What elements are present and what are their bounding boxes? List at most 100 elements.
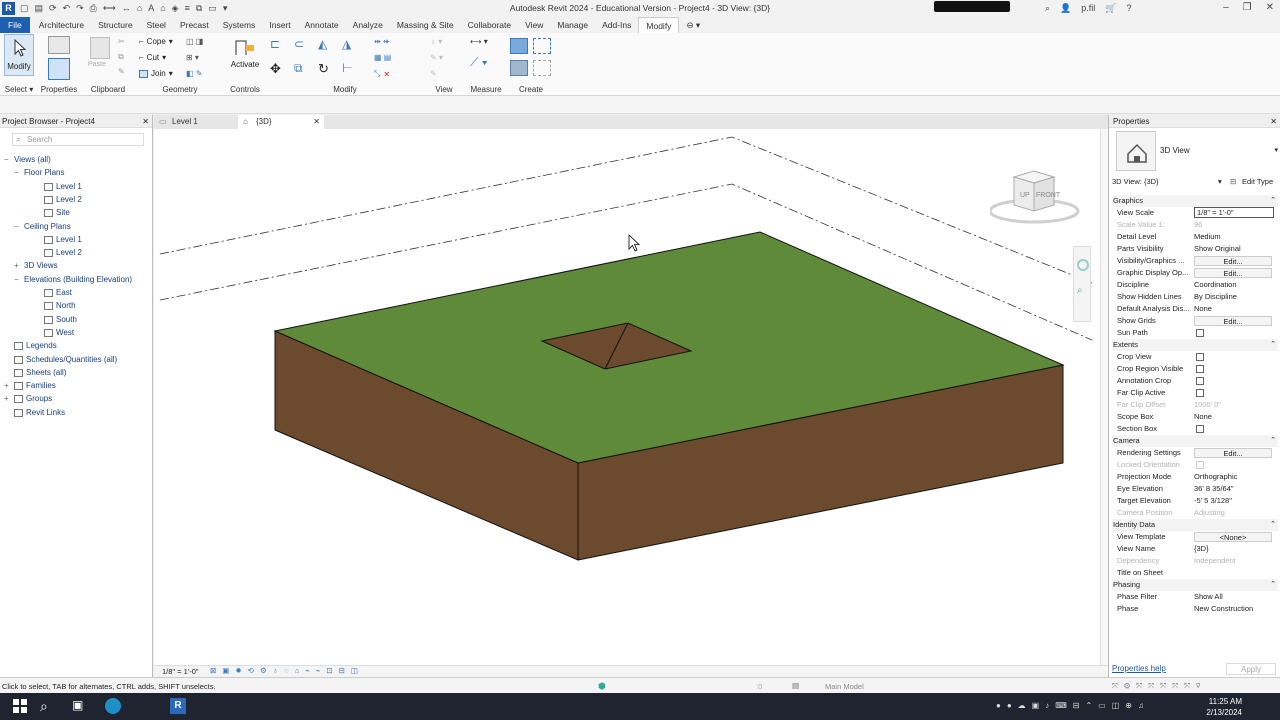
tab-add-ins[interactable]: Add-Ins — [595, 17, 638, 33]
property-category[interactable]: Extents ⌃ — [1112, 339, 1278, 351]
scale-icon[interactable]: ⤡ ✕ — [374, 69, 390, 79]
browser-item[interactable]: West — [34, 327, 74, 339]
tab-modify[interactable]: Modify — [638, 17, 680, 33]
edge-browser-icon[interactable] — [105, 698, 121, 714]
zoom-icon[interactable]: ⌕ — [1077, 285, 1083, 296]
tab-file[interactable]: File — [0, 17, 30, 33]
search-taskbar-icon[interactable]: ⌕ — [40, 698, 56, 714]
browser-item[interactable]: Level 2 — [34, 194, 82, 206]
contextual-tab-menu-icon[interactable]: ⊖ ▾ — [679, 17, 707, 33]
join-button[interactable]: Join ▾ — [139, 69, 173, 78]
browser-item[interactable]: − Ceiling Plans — [14, 221, 71, 233]
tab-annotate[interactable]: Annotate — [298, 17, 346, 33]
property-category[interactable]: Identity Data ⌃ — [1112, 519, 1278, 531]
tray-icons[interactable]: ●●☁▣♪⌨⊟⌃▭◫⊕♫ — [996, 701, 1150, 710]
model-view[interactable] — [154, 129, 1100, 665]
tab-architecture[interactable]: Architecture — [32, 17, 91, 33]
apply-button[interactable]: Apply — [1226, 663, 1276, 675]
tab-analyze[interactable]: Analyze — [346, 17, 390, 33]
close-browser-icon[interactable]: ✕ — [142, 115, 149, 128]
activate-controls-icon[interactable] — [234, 37, 256, 57]
modify-button[interactable]: Modify — [4, 34, 34, 76]
design-options-icon[interactable]: ▤ — [792, 681, 799, 690]
viewcube[interactable]: UP FRONT — [988, 169, 1080, 229]
browser-item[interactable]: + Groups — [4, 393, 52, 405]
browser-item[interactable]: Level 1 — [34, 181, 82, 193]
property-checkbox[interactable] — [1196, 377, 1204, 385]
browser-search-input[interactable]: ⌕ Search — [12, 133, 144, 146]
property-checkbox[interactable] — [1196, 365, 1204, 373]
close-icon[interactable]: ✕ — [1266, 2, 1274, 13]
collapse-icon[interactable]: − — [14, 221, 21, 233]
steering-wheel-icon[interactable] — [1077, 259, 1089, 271]
help-icon[interactable]: ? — [1127, 3, 1132, 14]
create-similar-icon[interactable] — [533, 60, 551, 76]
collapse-category-icon[interactable]: ⌃ — [1270, 519, 1276, 531]
browser-item[interactable]: South — [34, 314, 77, 326]
dimension-tool-icon[interactable]: ⟋ ▾ — [470, 55, 488, 70]
copy-icon[interactable]: ⧉ — [294, 61, 303, 76]
type-dropdown-icon[interactable]: ▾ — [1274, 146, 1278, 154]
minimize-icon[interactable]: – — [1223, 2, 1229, 13]
view-control-icons[interactable]: ⊠▣✹⟲⚙♁◌⌂⌁⌁⊡⊟◫ — [210, 666, 364, 675]
edit-type-icon[interactable]: ⊟ — [1230, 177, 1236, 186]
browser-item[interactable]: Sheets (all) — [4, 367, 66, 379]
property-checkbox[interactable] — [1196, 329, 1204, 337]
linework-icon[interactable]: ✎ — [430, 69, 437, 78]
property-edit-button[interactable]: Edit... — [1194, 316, 1272, 326]
taskbar-clock[interactable]: 11:25 AM 2/13/2024 — [1206, 696, 1242, 718]
copy-clip-icon[interactable]: ⧉ — [118, 52, 124, 62]
property-checkbox[interactable] — [1196, 389, 1204, 397]
tab-massing-site[interactable]: Massing & Site — [390, 17, 461, 33]
split-icon[interactable]: ⇹ ⇺ — [374, 37, 390, 46]
property-value[interactable]: {3D} — [1194, 543, 1278, 555]
browser-item[interactable]: − Floor Plans — [14, 167, 64, 179]
property-edit-button[interactable]: <None> — [1194, 532, 1272, 542]
tab-precast[interactable]: Precast — [173, 17, 216, 33]
collapse-icon[interactable]: − — [14, 274, 21, 286]
create-group-icon[interactable] — [510, 60, 528, 76]
property-value[interactable]: None — [1194, 411, 1278, 423]
close-tab-icon[interactable]: ✕ — [313, 115, 320, 129]
type-properties-icon[interactable] — [48, 36, 70, 54]
cut-button[interactable]: ⌐ Cut ▾ — [139, 53, 166, 62]
selector-dropdown-icon[interactable]: ▾ — [1218, 177, 1222, 186]
array-icon[interactable]: ▦ ▤ — [374, 53, 391, 62]
split-face-icon[interactable]: ⊞ ▾ — [186, 53, 199, 62]
property-value[interactable]: Medium — [1194, 231, 1278, 243]
view-scale[interactable]: 1/8" = 1'-0" — [162, 667, 199, 676]
cart-icon[interactable]: 🛒 — [1105, 3, 1116, 14]
override-icon[interactable]: ✎ ▾ — [430, 53, 443, 62]
property-value[interactable]: By Discipline — [1194, 291, 1278, 303]
properties-icon[interactable] — [48, 58, 70, 80]
rotate-icon[interactable]: ↻ — [318, 61, 329, 77]
active-model[interactable]: Main Model — [825, 682, 864, 691]
measure-tool-icon[interactable]: ⟷ ▾ — [470, 37, 488, 46]
tab-3d[interactable]: ⌂ {3D} ✕ — [238, 115, 324, 129]
browser-item[interactable]: Site — [34, 207, 70, 219]
tab-manage[interactable]: Manage — [550, 17, 595, 33]
browser-item[interactable]: − Elevations (Building Elevation) — [14, 274, 132, 286]
property-category[interactable]: Phasing ⌃ — [1112, 579, 1278, 591]
tab-systems[interactable]: Systems — [216, 17, 263, 33]
property-value[interactable]: -5' 5 3/128" — [1194, 495, 1278, 507]
task-view-icon[interactable]: ▣ — [72, 698, 88, 714]
expand-icon[interactable]: + — [4, 393, 11, 405]
activate-label[interactable]: Activate — [224, 60, 266, 69]
collapse-icon[interactable]: − — [14, 167, 21, 179]
collapse-icon[interactable]: − — [4, 154, 11, 166]
paste-icon[interactable] — [90, 37, 110, 59]
browser-item[interactable]: − Views (all) — [4, 154, 51, 166]
tab-level-1[interactable]: ▭ Level 1 — [154, 115, 236, 129]
collapse-category-icon[interactable]: ⌃ — [1270, 195, 1276, 207]
property-edit-button[interactable]: Edit... — [1194, 256, 1272, 266]
selection-filter-icons[interactable]: ⤧⚙⤧⤧⤧⤧⤧⊽ — [1112, 681, 1206, 691]
property-category[interactable]: Camera ⌃ — [1112, 435, 1278, 447]
tab-structure[interactable]: Structure — [91, 17, 140, 33]
paint-icon[interactable]: ◧ ✎ — [186, 69, 202, 78]
edit-type-button[interactable]: Edit Type — [1242, 177, 1273, 186]
trim-icon[interactable]: ⊢ — [342, 61, 352, 75]
collapse-category-icon[interactable]: ⌃ — [1270, 579, 1276, 591]
browser-item[interactable]: Level 1 — [34, 234, 82, 246]
property-checkbox[interactable] — [1196, 425, 1204, 433]
